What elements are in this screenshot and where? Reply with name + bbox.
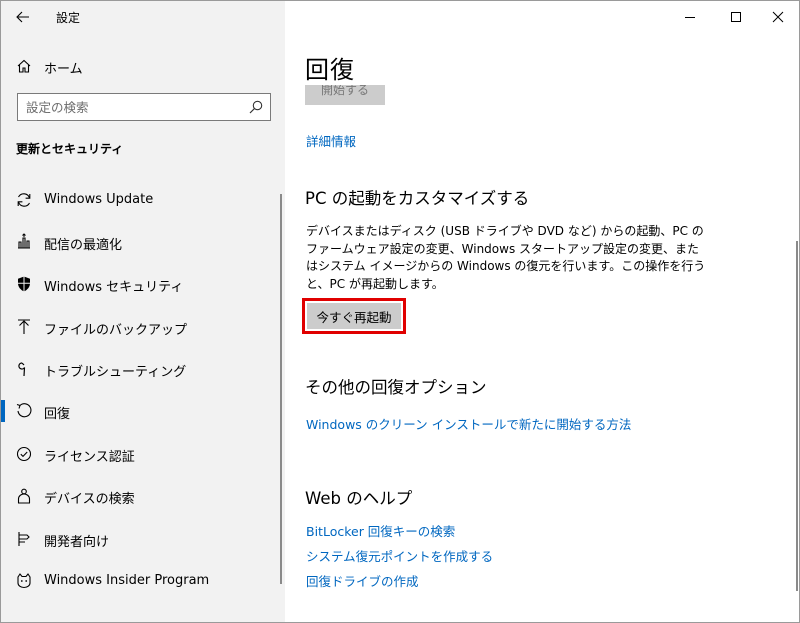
sidebar-item-label: Windows Update xyxy=(44,192,154,207)
search-input[interactable] xyxy=(26,98,244,116)
start-button[interactable]: 開始する xyxy=(305,85,385,105)
shield-icon xyxy=(18,276,30,292)
maximize-icon xyxy=(731,12,741,22)
close-icon xyxy=(772,11,784,23)
sidebar-item-windows-update[interactable]: Windows Update xyxy=(1,182,285,218)
sidebar-item-troubleshoot[interactable]: トラブルシューティング xyxy=(1,351,285,387)
titlebar: 設定 xyxy=(1,1,285,33)
page-title: 回復 xyxy=(305,56,355,84)
sidebar-item-label: 配信の最適化 xyxy=(44,238,123,253)
maximize-button[interactable] xyxy=(713,1,759,33)
sidebar-item-label: 回復 xyxy=(44,407,71,422)
person-location-icon xyxy=(17,488,31,504)
sidebar-item-windows-security[interactable]: Windows セキュリティ xyxy=(1,266,285,302)
sidebar-item-activation[interactable]: ライセンス認証 xyxy=(1,436,285,472)
sidebar-item-find-device[interactable]: デバイスの検索 xyxy=(1,478,285,514)
search-box[interactable] xyxy=(17,93,271,121)
minimize-button[interactable] xyxy=(667,1,713,33)
back-button[interactable] xyxy=(9,4,37,30)
sidebar-item-label: Windows Insider Program xyxy=(44,573,210,588)
sidebar-item-label: ファイルのバックアップ xyxy=(44,323,188,338)
sidebar-scrollbar[interactable] xyxy=(280,194,282,584)
sidebar-item-label: 開発者向け xyxy=(44,535,110,550)
restart-now-label: 今すぐ再起動 xyxy=(307,303,401,329)
sidebar-item-label: デバイスの検索 xyxy=(44,492,135,507)
home-icon xyxy=(17,59,31,73)
wrench-icon xyxy=(18,362,26,377)
advanced-startup-heading: PC の起動をカスタマイズする xyxy=(305,189,530,208)
delivery-optimization-icon xyxy=(18,233,30,249)
bitlocker-recovery-key-link[interactable]: BitLocker 回復キーの検索 xyxy=(306,521,455,540)
advanced-startup-description: デバイスまたはディスク (USB ドライブや DVD など) からの起動、PC … xyxy=(306,224,706,291)
sidebar-item-file-backup[interactable]: ファイルのバックアップ xyxy=(1,309,285,345)
sidebar-item-windows-insider[interactable]: Windows Insider Program xyxy=(1,563,285,599)
sidebar-item-label: ライセンス認証 xyxy=(44,450,135,465)
section-title: 更新とセキュリティ xyxy=(16,142,124,156)
developer-tools-icon xyxy=(18,532,30,546)
back-arrow-icon xyxy=(16,11,29,23)
sidebar-item-developers[interactable]: 開発者向け xyxy=(1,521,285,557)
start-button-label: 開始する xyxy=(320,85,369,97)
close-button[interactable] xyxy=(755,1,799,33)
minimize-icon xyxy=(685,17,695,18)
main-content: 回復 開始する 詳細情報 PC の起動をカスタマイズする デバイスまたはディスク… xyxy=(285,1,799,622)
create-recovery-drive-link[interactable]: 回復ドライブの作成 xyxy=(306,571,419,590)
selection-indicator xyxy=(1,400,5,422)
sidebar-item-home[interactable]: ホーム xyxy=(1,51,285,81)
create-restore-point-link[interactable]: システム復元ポイントを作成する xyxy=(306,546,493,565)
more-recovery-options-heading: その他の回復オプション xyxy=(305,378,487,397)
sidebar-item-label: トラブルシューティング xyxy=(44,365,187,380)
sidebar-item-recovery[interactable]: 回復 xyxy=(1,393,285,429)
details-link[interactable]: 詳細情報 xyxy=(306,131,356,150)
sidebar-item-label: Windows セキュリティ xyxy=(44,280,184,295)
refresh-icon xyxy=(17,193,31,207)
insider-cat-icon xyxy=(17,573,31,589)
clean-install-link[interactable]: Windows のクリーン インストールで新たに開始する方法 xyxy=(306,414,631,433)
backup-arrow-icon xyxy=(18,319,30,334)
sidebar: 設定 ホーム 更新とセキュリティ Windows Update 配信の最適化 W… xyxy=(1,1,285,622)
main-scrollbar[interactable] xyxy=(796,241,798,591)
settings-window: 設定 ホーム 更新とセキュリティ Windows Update 配信の最適化 W… xyxy=(0,0,800,623)
restart-now-button[interactable]: 今すぐ再起動 xyxy=(302,298,406,334)
sidebar-item-delivery-optimization[interactable]: 配信の最適化 xyxy=(1,224,285,260)
sidebar-item-label: ホーム xyxy=(44,62,83,77)
web-help-heading: Web のヘルプ xyxy=(305,489,413,508)
recovery-icon xyxy=(15,402,33,420)
app-title: 設定 xyxy=(56,11,81,25)
check-circle-icon xyxy=(16,446,32,462)
search-icon xyxy=(249,100,263,114)
